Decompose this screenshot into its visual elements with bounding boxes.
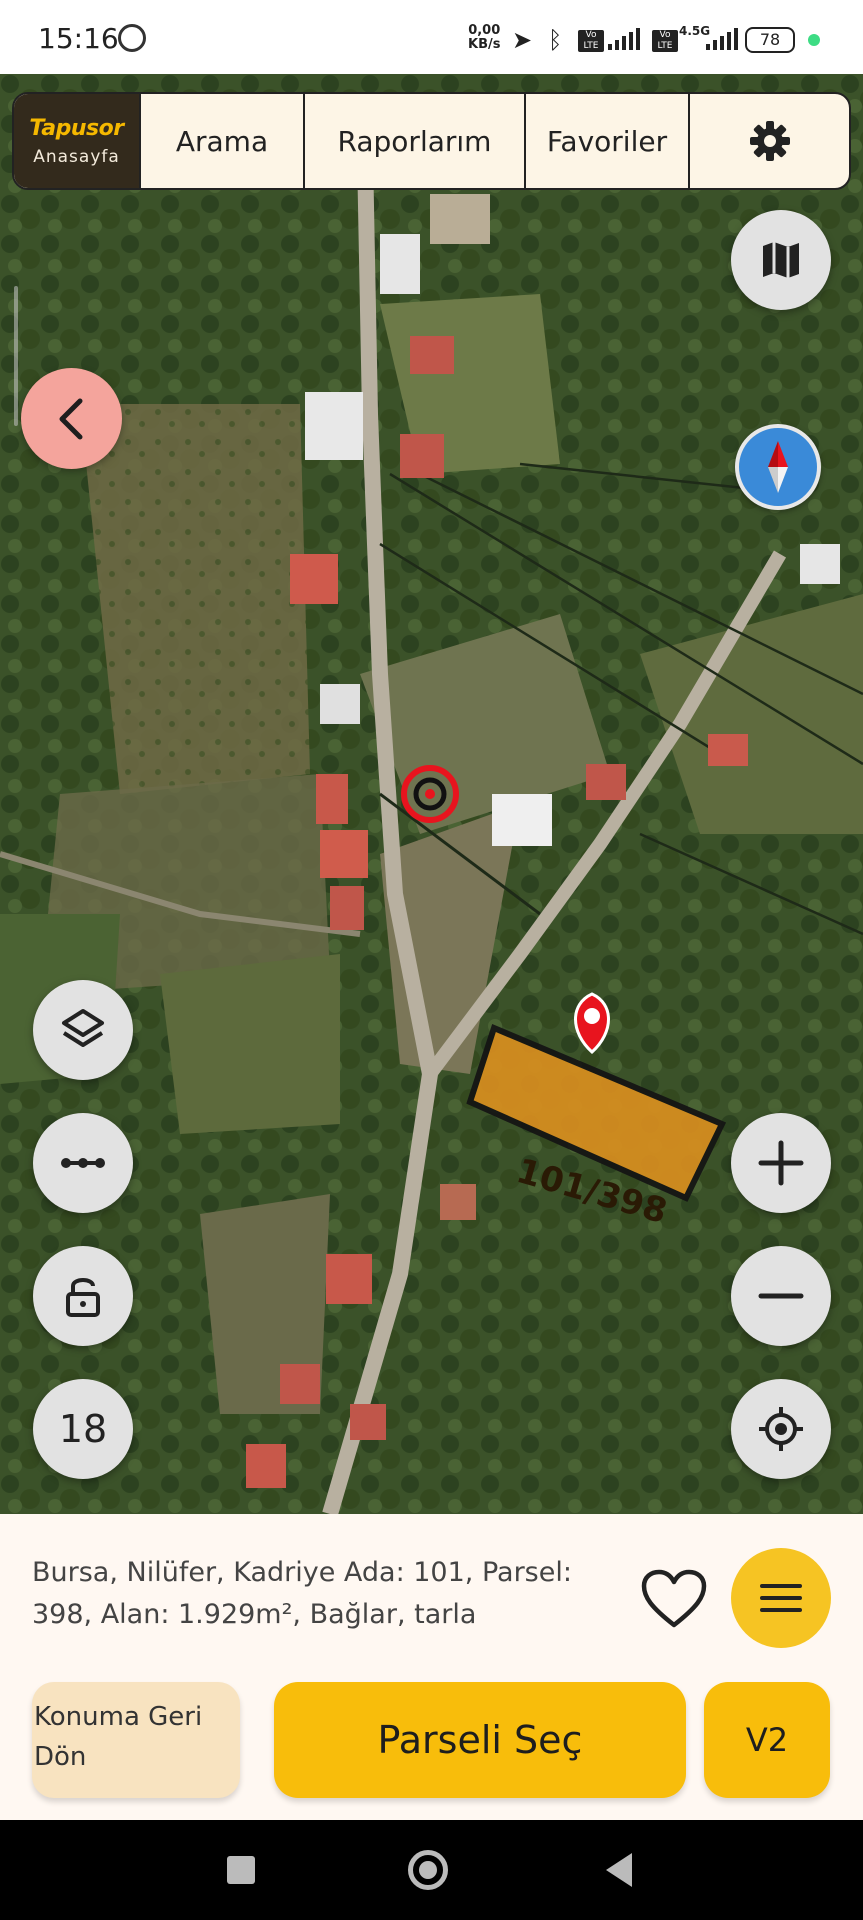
measure-icon: [61, 1158, 105, 1168]
network-speed-unit: KB/s: [468, 37, 501, 52]
network-speed: 0,00 KB/s: [468, 24, 500, 52]
settings-button[interactable]: [690, 94, 849, 188]
battery-icon: 78: [745, 27, 795, 53]
gear-icon: [749, 121, 790, 161]
zoom-out-icon: [758, 1293, 804, 1299]
locate-button[interactable]: [731, 1379, 831, 1479]
zoom-out-button[interactable]: [731, 1246, 831, 1346]
lock-button[interactable]: [33, 1246, 133, 1346]
favorite-button[interactable]: [636, 1564, 712, 1634]
zoom-in-icon: [758, 1140, 804, 1186]
signal-icon: [608, 28, 640, 50]
compass-icon: [768, 441, 788, 493]
bluetooth-icon: ᛒ: [548, 26, 563, 54]
back-icon[interactable]: [606, 1853, 632, 1887]
home-icon[interactable]: [408, 1850, 448, 1890]
search-tab[interactable]: Arama: [141, 94, 305, 188]
version-button[interactable]: V2: [704, 1682, 830, 1798]
network-speed-value: 0,00: [468, 23, 501, 38]
status-time: 15:16: [38, 22, 119, 55]
status-bar: 15:16 0,00 KB/s ➤ ᛒ Vo LTE Vo LTE 4.5G 7…: [0, 0, 863, 74]
lte-icon-2: Vo LTE: [652, 30, 678, 52]
top-navigation: Tapusor Anasayfa Arama Raporlarım Favori…: [12, 92, 851, 190]
compass-button[interactable]: [735, 424, 821, 510]
lte-icon: Vo LTE: [578, 30, 604, 52]
whatsapp-icon: [118, 24, 146, 52]
back-button[interactable]: [21, 368, 122, 469]
home-button[interactable]: Tapusor Anasayfa: [14, 94, 141, 188]
satellite-map[interactable]: 101/398 18: [0, 74, 863, 1514]
locate-icon: [759, 1407, 803, 1451]
hamburger-menu-icon: [760, 1584, 802, 1612]
select-parcel-button[interactable]: Parseli Seç: [274, 1682, 686, 1798]
chevron-left-icon: [59, 398, 82, 439]
lock-icon: [66, 1278, 100, 1317]
signal-icon-2: [706, 28, 738, 50]
map-icon: [763, 242, 799, 278]
favorites-tab[interactable]: Favoriler: [526, 94, 690, 188]
measure-button[interactable]: [33, 1113, 133, 1213]
privacy-indicator: [808, 34, 820, 46]
reports-tab[interactable]: Raporlarım: [305, 94, 526, 188]
heart-icon: [641, 1569, 707, 1628]
menu-button[interactable]: [731, 1548, 831, 1648]
brand-logo: Tapusor: [29, 115, 124, 141]
zoom-level: 18: [58, 1407, 108, 1451]
layers-icon: [62, 1009, 104, 1047]
recents-icon[interactable]: [227, 1856, 255, 1884]
map-type-button[interactable]: [731, 210, 831, 310]
zoom-in-button[interactable]: [731, 1113, 831, 1213]
location-arrow-icon: ➤: [512, 26, 533, 54]
home-label: Anasayfa: [33, 146, 120, 167]
zoom-level-button[interactable]: 18: [33, 1379, 133, 1479]
system-navigation-bar: [0, 1820, 863, 1920]
scroll-indicator: [14, 286, 18, 426]
back-to-location-button[interactable]: Konuma Geri Dön: [32, 1682, 240, 1798]
layers-button[interactable]: [33, 980, 133, 1080]
parcel-info-text: Bursa, Nilüfer, Kadriye Ada: 101, Parsel…: [32, 1557, 572, 1630]
parcel-info-panel: Bursa, Nilüfer, Kadriye Ada: 101, Parsel…: [0, 1514, 863, 1820]
